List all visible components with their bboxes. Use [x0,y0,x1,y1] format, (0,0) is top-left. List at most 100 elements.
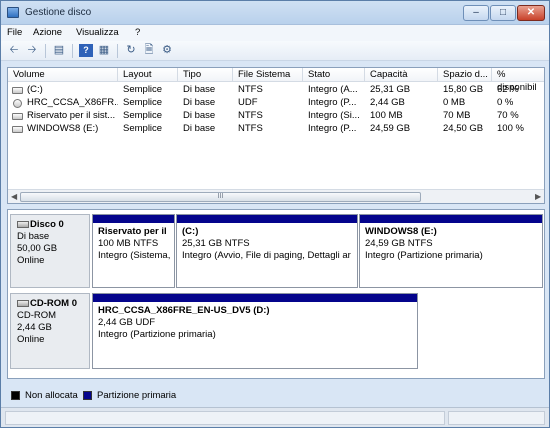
column-volume[interactable]: Volume [8,68,118,82]
hard-disk-icon [17,221,29,228]
partition-state: Integro (Partizione primaria) [98,329,216,340]
cell-spazio: 70 MB [443,110,471,121]
partition-e[interactable]: WINDOWS8 (E:) 24,59 GB NTFS Integro (Par… [359,214,543,288]
help-icon[interactable]: ? [79,44,93,57]
partition-name: Riservato per il [98,226,167,237]
cell-layout: Semplice [123,97,163,108]
properties-icon[interactable]: ▦ [97,44,111,57]
export-icon[interactable]: 🗎 [142,44,156,57]
disk-status: Online [17,334,45,345]
menu-visualizza[interactable]: Visualizza [76,27,119,38]
cell-volume: HRC_CCSA_X86FR... [27,97,118,108]
cell-layout: Semplice [123,110,163,121]
cell-volume: (C:) [27,84,43,95]
disk-settings-icon[interactable]: ⚙ [160,44,174,57]
horizontal-scrollbar[interactable]: ◀ III ▶ [8,189,544,203]
cell-percent: 70 % [497,110,519,121]
status-cell-secondary [448,411,545,425]
column-tipo[interactable]: Tipo [178,68,233,82]
cell-stato: Integro (P... [308,123,357,134]
cell-tipo: Di base [183,84,216,95]
refresh-icon[interactable]: ↻ [124,44,138,57]
cell-percent: 100 % [497,123,524,134]
back-icon[interactable]: 🡠 [7,44,21,57]
cell-capacita: 25,31 GB [370,84,411,95]
scroll-left-icon[interactable]: ◀ [11,192,17,201]
primary-partition-swatch [83,391,92,400]
unallocated-swatch [11,391,20,400]
primary-partition-bar [93,215,174,223]
partition-d[interactable]: HRC_CCSA_X86FRE_EN-US_DV5 (D:) 2,44 GB U… [92,293,418,369]
scroll-thumb[interactable]: III [20,192,421,202]
disk-type: Di base [17,231,50,242]
disk-0-label[interactable]: Disco 0 Di base 50,00 GB Online [10,214,90,288]
cell-tipo: Di base [183,97,216,108]
toolbar-separator [117,44,118,58]
forward-icon[interactable]: 🡢 [25,44,39,57]
cell-tipo: Di base [183,110,216,121]
column-file-system[interactable]: File Sistema [233,68,303,82]
partition-info: 25,31 GB NTFS [182,238,250,249]
toolbar: 🡠 🡢 ▤ ? ▦ ↻ 🗎 ⚙ [1,41,549,61]
disk-name: CD-ROM 0 [30,298,77,309]
disk-size: 50,00 GB [17,243,58,254]
partition-state: Integro (Avvio, File di paging, Dettagli… [182,250,351,261]
volume-list: Volume Layout Tipo File Sistema Stato Ca… [7,67,545,204]
legend: Non allocata Partizione primaria [7,387,545,405]
cell-tipo: Di base [183,123,216,134]
menu-file[interactable]: File [7,27,22,38]
partition-info: 100 MB NTFS [98,238,159,249]
cell-spazio: 24,50 GB [443,123,484,134]
partition-c[interactable]: (C:) 25,31 GB NTFS Integro (Avvio, File … [176,214,358,288]
disk-graphical-view: Disco 0 Di base 50,00 GB Online Riservat… [7,209,545,379]
partition-name: WINDOWS8 (E:) [365,226,437,237]
cell-file-system: NTFS [238,123,263,134]
cdrom-0-label[interactable]: CD-ROM 0 CD-ROM 2,44 GB Online [10,293,90,369]
cell-file-system: UDF [238,97,258,108]
disk-size: 2,44 GB [17,322,52,333]
column-percent-available[interactable]: % disponibil [492,68,544,93]
cell-capacita: 24,59 GB [370,123,411,134]
partition-name: HRC_CCSA_X86FRE_EN-US_DV5 (D:) [98,305,270,316]
cell-layout: Semplice [123,123,163,134]
cell-percent: 62 % [497,84,519,95]
menu-azione[interactable]: Azione [33,27,62,38]
primary-partition-bar [360,215,542,223]
cell-spazio: 15,80 GB [443,84,484,95]
cell-stato: Integro (A... [308,84,358,95]
cd-icon [13,99,22,108]
status-cell-main [5,411,445,425]
title-bar: Gestione disco – □ ✕ [1,1,549,25]
show-hide-console-icon[interactable]: ▤ [52,44,66,57]
status-bar [1,407,549,427]
disk-status: Online [17,255,45,266]
toolbar-separator [45,44,46,58]
minimize-button[interactable]: – [463,5,489,21]
disk-name: Disco 0 [30,219,64,230]
legend-unallocated: Non allocata [25,390,78,401]
cell-stato: Integro (Si... [308,110,360,121]
column-layout[interactable]: Layout [118,68,178,82]
cell-volume: WINDOWS8 (E:) [27,123,99,134]
menu-help[interactable]: ? [135,27,140,38]
column-stato[interactable]: Stato [303,68,365,82]
cell-spazio: 0 MB [443,97,466,108]
partition-state: Integro (Sistema, [98,250,171,261]
maximize-button[interactable]: □ [490,5,516,21]
cell-percent: 0 % [497,97,514,108]
scroll-right-icon[interactable]: ▶ [535,192,541,201]
partition-info: 24,59 GB NTFS [365,238,433,249]
window-title: Gestione disco [25,7,92,18]
cell-file-system: NTFS [238,110,263,121]
partition-info: 2,44 GB UDF [98,317,156,328]
close-button[interactable]: ✕ [517,5,545,21]
cdrom-drive-icon [17,300,29,307]
column-spazio[interactable]: Spazio d... [438,68,492,82]
column-capacita[interactable]: Capacità [365,68,438,82]
partition-system-reserved[interactable]: Riservato per il 100 MB NTFS Integro (Si… [92,214,175,288]
primary-partition-bar [177,215,357,223]
disk-management-window: Gestione disco – □ ✕ File Azione Visuali… [0,0,550,428]
partition-name: (C:) [182,226,199,237]
legend-primary-partition: Partizione primaria [97,390,177,401]
primary-partition-bar [93,294,417,302]
